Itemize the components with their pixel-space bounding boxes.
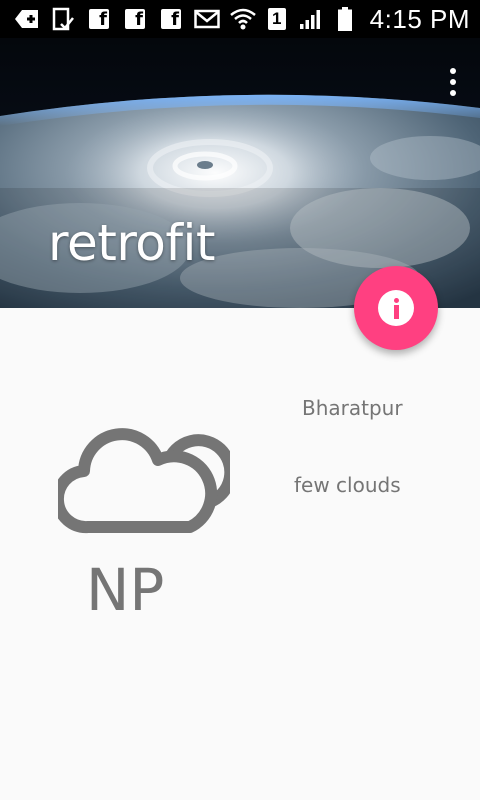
status-bar-system: 1 4:15 PM [229,0,470,38]
signal-icon [298,6,324,32]
overflow-menu-button[interactable] [448,68,458,96]
status-bar: f f f 1 4:15 PM [0,0,480,38]
facebook-icon: f [122,6,148,32]
city-name: Bharatpur [302,396,403,420]
add-notification-icon [14,6,40,32]
overflow-dot [450,90,456,96]
sim-slot-icon: 1 [264,6,290,32]
mail-icon [194,6,220,32]
country-code: NP [86,556,165,624]
facebook-icon: f [86,6,112,32]
facebook-icon: f [158,6,184,32]
status-bar-notifications: f f f [14,0,220,38]
weather-description: few clouds [294,473,401,497]
cloudy-icon [52,410,237,541]
info-fab-button[interactable] [354,266,438,350]
app-screen: f f f 1 4:15 PM retrofit NP Bharatpur fe… [0,0,480,800]
overflow-dot [450,68,456,74]
sim-signal-icon [50,6,76,32]
wifi-icon [229,6,256,32]
battery-icon [332,6,358,32]
sim-slot-number: 1 [267,8,286,30]
overflow-dot [450,79,456,85]
app-title: retrofit [48,214,215,272]
status-clock: 4:15 PM [369,3,470,34]
info-icon [378,290,414,326]
